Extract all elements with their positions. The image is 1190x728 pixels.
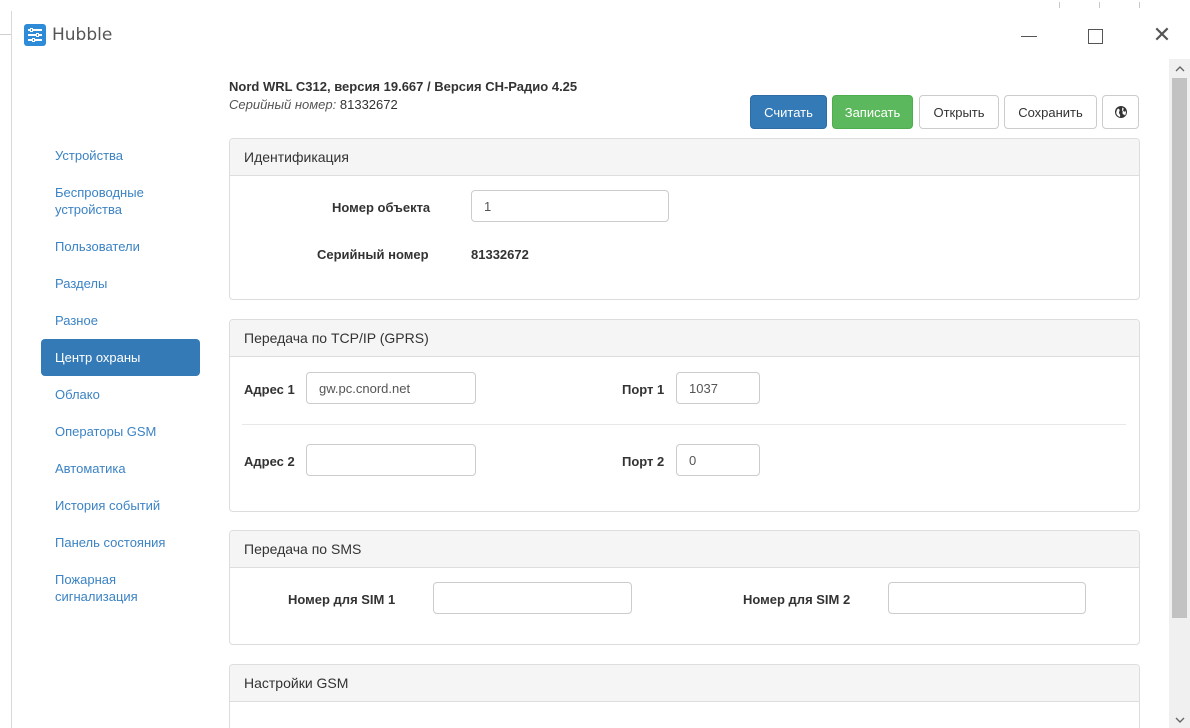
sidebar-item-devices[interactable]: Устройства [41,137,200,174]
sidebar-item-cloud[interactable]: Облако [41,376,200,413]
close-button[interactable]: ✕ [1147,21,1177,51]
language-button[interactable] [1102,95,1139,129]
sidebar-item-status-panel[interactable]: Панель состояния [41,524,200,561]
identification-panel-title: Идентификация [230,139,1139,176]
sim2-input[interactable] [888,582,1086,614]
header-serial-value: 81332672 [339,97,398,112]
minimize-button[interactable] [1014,21,1044,51]
close-icon: ✕ [1152,23,1172,48]
gsm-panel: Настройки GSM [229,664,1140,728]
save-button[interactable]: Сохранить [1004,95,1097,129]
port1-input[interactable] [676,372,760,404]
tcpip-panel-title: Передача по TCP/IP (GPRS) [230,320,1139,357]
sim1-label: Номер для SIM 1 [288,592,396,607]
open-button[interactable]: Открыть [919,95,999,129]
hubble-app-icon [24,24,46,46]
sms-panel-title: Передача по SMS [230,531,1139,568]
device-title: Nord WRL C312, версия 19.667 / Версия СН… [229,79,578,94]
serial-number-label: Серийный номер [317,247,429,262]
title-bar: Hubble ✕ [11,11,1190,59]
address2-input[interactable] [306,444,476,476]
read-button[interactable]: Считать [750,95,827,129]
sidebar-item-automation[interactable]: Автоматика [41,450,200,487]
header-serial: Серийный номер: 81332672 [229,97,398,112]
vertical-scrollbar[interactable] [1169,59,1190,728]
sidebar-item-wireless-devices[interactable]: Беспроводные устройства [41,174,200,228]
object-number-label: Номер объекта [332,200,431,215]
sidebar-item-misc[interactable]: Разное [41,302,200,339]
globe-icon [1114,106,1127,118]
tcpip-panel: Передача по TCP/IP (GPRS) Адрес 1 Порт 1… [229,319,1140,512]
sidebar-nav: Устройства Беспроводные устройства Польз… [41,137,200,615]
sidebar-item-monitoring-center[interactable]: Центр охраны [41,339,200,376]
serial-number-value: 81332672 [471,247,529,262]
port2-input[interactable] [676,444,760,476]
scroll-up-icon[interactable] [1169,59,1190,77]
sidebar-item-partitions[interactable]: Разделы [41,265,200,302]
outer-frame-line [0,34,11,35]
address2-label: Адрес 2 [244,454,295,469]
address1-input[interactable] [306,372,476,404]
object-number-input[interactable] [471,190,669,222]
sidebar-item-fire-alarm[interactable]: Пожарная сигнализация [41,561,200,615]
address1-label: Адрес 1 [244,382,295,397]
gsm-panel-title: Настройки GSM [230,665,1139,702]
window-title: Hubble [52,25,113,45]
header-serial-label: Серийный номер: [229,97,337,112]
port1-label: Порт 1 [622,382,665,397]
write-button[interactable]: Записать [832,95,913,129]
sidebar-item-users[interactable]: Пользователи [41,228,200,265]
tcpip-divider [242,424,1126,425]
sidebar-item-gsm-operators[interactable]: Операторы GSM [41,413,200,450]
sim1-input[interactable] [433,582,632,614]
sidebar-item-event-history[interactable]: История событий [41,487,200,524]
background-window-edge [1020,0,1190,10]
sms-panel: Передача по SMS Номер для SIM 1 Номер дл… [229,530,1140,645]
port2-label: Порт 2 [622,454,665,469]
identification-panel: Идентификация Номер объекта Серийный ном… [229,138,1140,300]
scroll-down-icon[interactable] [1169,710,1190,728]
maximize-button[interactable] [1080,21,1110,51]
sim2-label: Номер для SIM 2 [743,592,851,607]
scrollbar-thumb[interactable] [1172,78,1187,618]
